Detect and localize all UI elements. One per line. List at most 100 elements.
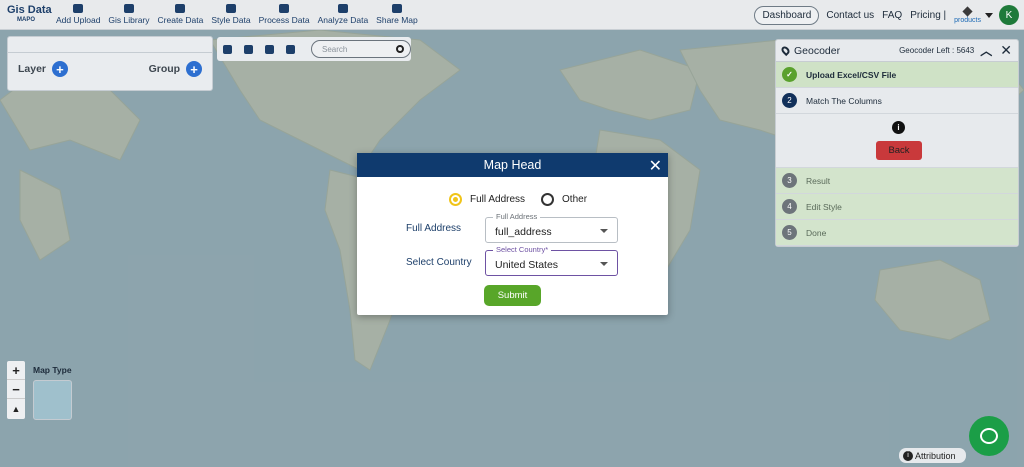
layer-section: Layer + (18, 61, 68, 77)
step-number: 3 (782, 173, 797, 188)
map-type-label: Map Type (33, 365, 72, 375)
dialog-title: Map Head (483, 158, 542, 172)
attribution-button[interactable]: i Attribution (899, 448, 966, 463)
info-icon[interactable]: i (892, 121, 905, 134)
faq-link[interactable]: FAQ (882, 10, 902, 21)
zoom-in-button[interactable]: + (7, 361, 25, 380)
nav-label: Create Data (157, 15, 204, 25)
dialog-header: Map Head ✕ (357, 153, 668, 177)
logo-subtext: MAPO (17, 16, 35, 23)
geocoder-left-count: Geocoder Left : 5643 (899, 46, 975, 55)
products-menu[interactable]: products (954, 5, 981, 24)
collapse-icon[interactable]: ︿ (980, 42, 992, 59)
gisdata-logo[interactable]: Gis Data MAPO (0, 3, 52, 25)
nav-gis-library[interactable]: Gis Library (104, 4, 153, 25)
comment-icon[interactable] (286, 44, 295, 54)
step-match-columns[interactable]: 2 Match The Columns (776, 88, 1018, 114)
geocoder-panel: Geocoder Geocoder Left : 5643 ︿ ✕ ✓ Uploa… (775, 39, 1019, 247)
map-head-dialog: Map Head ✕ Full Address Other Full Addre… (357, 153, 668, 315)
nav-add-upload[interactable]: Add Upload (52, 4, 104, 25)
step-content: i Back (776, 114, 1018, 168)
step-check-icon: ✓ (782, 67, 797, 82)
process-icon (279, 4, 290, 13)
nav-right-group: Dashboard Contact us FAQ Pricing | produ… (754, 0, 1024, 30)
add-group-button[interactable]: + (186, 61, 202, 77)
chat-bubble-icon (980, 428, 998, 444)
logo-text: Gis Data (7, 3, 52, 16)
step-label: Match The Columns (806, 95, 882, 106)
address-type-radio-group: Full Address Other (449, 193, 587, 206)
zoom-out-button[interactable]: − (7, 380, 25, 399)
location-pin-icon (779, 44, 792, 57)
nav-label: Style Data (211, 15, 251, 25)
products-label: products (954, 16, 981, 24)
paint-bucket-icon (225, 4, 236, 13)
nav-label: Add Upload (56, 15, 101, 25)
cube-icon (962, 5, 973, 17)
analytics-icon (337, 4, 348, 13)
attribution-label: Attribution (915, 450, 956, 461)
layer-panel-header (8, 37, 212, 53)
dashboard-button[interactable]: Dashboard (754, 5, 820, 25)
nav-analyze-data[interactable]: Analyze Data (314, 4, 373, 25)
full-address-radio-label[interactable]: Full Address (470, 194, 525, 205)
contact-us-link[interactable]: Contact us (826, 10, 874, 21)
search-placeholder: Search (322, 44, 348, 54)
measure-icon[interactable] (265, 44, 274, 54)
layer-panel: Layer + Group + (7, 36, 213, 91)
map-type-thumbnail[interactable] (33, 380, 72, 420)
close-icon[interactable]: ✕ (649, 156, 662, 176)
zoom-controls: + − ▲ (7, 361, 25, 419)
group-label: Group (148, 62, 181, 75)
library-icon (123, 4, 134, 13)
submit-button[interactable]: Submit (484, 285, 541, 306)
print-icon[interactable] (244, 44, 253, 54)
nav-process-data[interactable]: Process Data (255, 4, 314, 25)
field-floating-label: Select Country* (493, 245, 552, 254)
field-floating-label: Full Address (493, 212, 541, 221)
dropdown-arrow-icon (600, 229, 608, 233)
country-select[interactable]: Select Country* United States (485, 245, 618, 276)
nav-create-data[interactable]: Create Data (154, 4, 208, 25)
chat-button[interactable] (969, 416, 1009, 456)
step-upload[interactable]: ✓ Upload Excel/CSV File (776, 62, 1018, 88)
chevron-down-icon[interactable] (985, 12, 993, 18)
step-done[interactable]: 5 Done (776, 220, 1018, 246)
geocoder-title: Geocoder (779, 44, 840, 57)
top-navigation-bar: Gis Data MAPO Add Upload Gis Library Cre… (0, 0, 1024, 30)
avatar[interactable]: K (999, 5, 1019, 25)
cloud-upload-icon (73, 4, 84, 13)
map-toolbar: Search (217, 37, 411, 61)
search-input[interactable]: Search (311, 40, 411, 58)
full-address-select[interactable]: Full Address full_address (485, 212, 618, 243)
back-button[interactable]: Back (876, 141, 922, 160)
info-icon: i (903, 450, 913, 461)
nav-label: Analyze Data (317, 15, 369, 25)
full-address-radio[interactable] (449, 193, 462, 206)
step-number: 5 (782, 225, 797, 240)
layer-panel-row: Layer + Group + (8, 53, 212, 77)
dropdown-arrow-icon (600, 262, 608, 266)
share-icon (391, 4, 402, 13)
close-icon[interactable]: ✕ (1000, 42, 1012, 59)
full-address-label: Full Address (406, 223, 462, 234)
fullscreen-icon[interactable] (223, 44, 232, 54)
select-country-label: Select Country (406, 257, 472, 268)
step-label: Upload Excel/CSV File (806, 69, 897, 80)
step-result[interactable]: 3 Result (776, 168, 1018, 194)
other-radio-label[interactable]: Other (562, 194, 587, 205)
layer-label: Layer (18, 62, 47, 75)
step-edit-style[interactable]: 4 Edit Style (776, 194, 1018, 220)
add-layer-button[interactable]: + (51, 61, 68, 77)
nav-style-data[interactable]: Style Data (207, 4, 254, 25)
search-icon[interactable] (396, 45, 404, 53)
compass-icon[interactable]: ▲ (7, 399, 25, 418)
step-label: Edit Style (806, 201, 842, 212)
step-number: 4 (782, 199, 797, 214)
group-section: Group + (149, 61, 202, 77)
other-radio[interactable] (541, 193, 555, 206)
field-value: United States (495, 259, 559, 271)
nav-share-map[interactable]: Share Map (372, 4, 422, 25)
pricing-link[interactable]: Pricing | (910, 10, 946, 21)
geocoder-header: Geocoder Geocoder Left : 5643 ︿ ✕ (776, 40, 1018, 62)
